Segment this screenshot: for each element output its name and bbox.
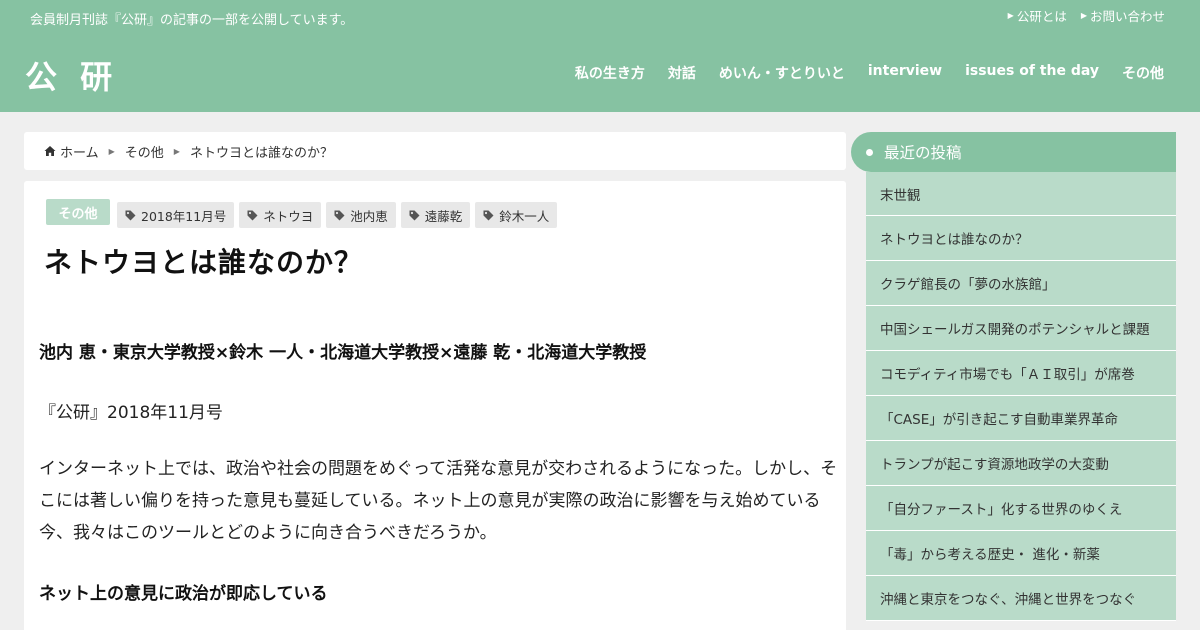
top-links: ▶ 公研とは ▶ お問い合わせ: [1008, 6, 1165, 25]
recent-post-link[interactable]: ネトウヨとは誰なのか？: [866, 216, 1176, 261]
home-icon: [44, 146, 56, 156]
top-link-contact[interactable]: ▶ お問い合わせ: [1081, 6, 1165, 25]
recent-post-link[interactable]: 「自分ファースト」化する世界のゆくえ: [866, 486, 1176, 531]
tag-label: 鈴木一人: [499, 208, 550, 224]
recent-posts-list: 末世観 ネトウヨとは誰なのか？ クラゲ館長の「夢の水族館」 中国シェールガス開発…: [866, 172, 1176, 621]
recent-post-link[interactable]: 沖縄と東京をつなぐ、沖縄と世界をつなぐ: [866, 576, 1176, 621]
main-nav: 私の生き方 対話 めいん・すとりいと interview issues of t…: [575, 63, 1164, 83]
tag-label: 2018年11月号: [141, 208, 227, 224]
article-subheading: ネット上の意見に政治が即応している: [39, 584, 328, 604]
recent-post-link[interactable]: 「CASE」が引き起こす自動車業界革命: [866, 396, 1176, 441]
site-logo[interactable]: 公 研: [25, 52, 118, 98]
caret-right-icon: ▶: [173, 146, 180, 156]
tag-icon: [247, 210, 258, 220]
article-issue: 『公研』2018年11月号: [39, 403, 223, 423]
breadcrumb-category[interactable]: その他: [125, 142, 164, 161]
caret-right-icon: ▶: [1007, 11, 1014, 20]
bullet-icon: [866, 148, 873, 156]
breadcrumb: ホーム ▶ その他 ▶ ネトウヨとは誰なのか？: [24, 132, 846, 170]
tag-list: 2018年11月号 ネトウヨ 池内恵 遠藤乾 鈴木一人: [117, 202, 558, 228]
nav-item-main-street[interactable]: めいん・すとりいと: [719, 63, 845, 83]
tag-item[interactable]: 2018年11月号: [117, 202, 235, 228]
nav-item-issues[interactable]: issues of the day: [965, 63, 1099, 83]
top-link-label: お問い合わせ: [1089, 9, 1165, 24]
recent-post-link[interactable]: 末世観: [866, 172, 1176, 216]
tag-label: 遠藤乾: [424, 208, 463, 224]
recent-post-link[interactable]: クラゲ館長の「夢の水族館」: [866, 261, 1176, 306]
category-badge[interactable]: その他: [46, 199, 110, 225]
site-tagline: 会員制月刊誌『公研』の記事の一部を公開しています。: [30, 13, 354, 28]
tag-label: ネトウヨ: [263, 208, 314, 224]
nav-item-interview[interactable]: interview: [868, 63, 942, 83]
top-link-about[interactable]: ▶ 公研とは: [1008, 6, 1067, 25]
site-header: 会員制月刊誌『公研』の記事の一部を公開しています。 ▶ 公研とは ▶ お問い合わ…: [0, 0, 1200, 112]
tag-item[interactable]: 遠藤乾: [400, 202, 471, 228]
breadcrumb-current: ネトウヨとは誰なのか？: [189, 145, 333, 161]
article-card: その他 2018年11月号 ネトウヨ 池内恵 遠藤乾 鈴木一人 ネトウヨとは誰な…: [24, 181, 846, 630]
recent-post-link[interactable]: トランプが起こす資源地政学の大変動: [866, 441, 1176, 486]
nav-item-taiwa[interactable]: 対話: [668, 63, 696, 83]
recent-posts-title: 最近の投稿: [884, 144, 962, 162]
breadcrumb-home[interactable]: ホーム: [44, 142, 99, 161]
recent-post-link[interactable]: コモディティ市場でも「ＡＩ取引」が席巻: [866, 351, 1176, 396]
nav-item-watashi[interactable]: 私の生き方: [575, 63, 645, 83]
recent-posts-heading: 最近の投稿: [851, 132, 1176, 172]
caret-right-icon: ▶: [1080, 11, 1087, 20]
recent-post-link[interactable]: 中国シェールガス開発のポテンシャルと課題: [866, 306, 1176, 351]
article-lead: インターネット上では、政治や社会の問題をめぐって活発な意見が交わされるようになっ…: [39, 459, 838, 543]
recent-post-link[interactable]: 「毒」から考える歴史・ 進化・新薬: [866, 531, 1176, 576]
tag-icon: [125, 210, 136, 220]
article-authors: 池内 恵・東京大学教授×鈴木 一人・北海道大学教授×遠藤 乾・北海道大学教授: [39, 343, 647, 363]
caret-right-icon: ▶: [108, 146, 115, 156]
tag-icon: [483, 210, 494, 220]
tag-label: 池内恵: [350, 208, 388, 224]
tag-icon: [334, 210, 345, 220]
breadcrumb-home-label: ホーム: [60, 145, 99, 161]
nav-item-other[interactable]: その他: [1122, 63, 1164, 83]
tag-item[interactable]: 鈴木一人: [475, 202, 558, 228]
article-title: ネトウヨとは誰なのか？: [44, 246, 364, 279]
top-link-label: 公研とは: [1016, 9, 1067, 24]
tag-item[interactable]: 池内恵: [326, 202, 396, 228]
tag-item[interactable]: ネトウヨ: [239, 202, 322, 228]
tag-icon: [409, 210, 420, 220]
